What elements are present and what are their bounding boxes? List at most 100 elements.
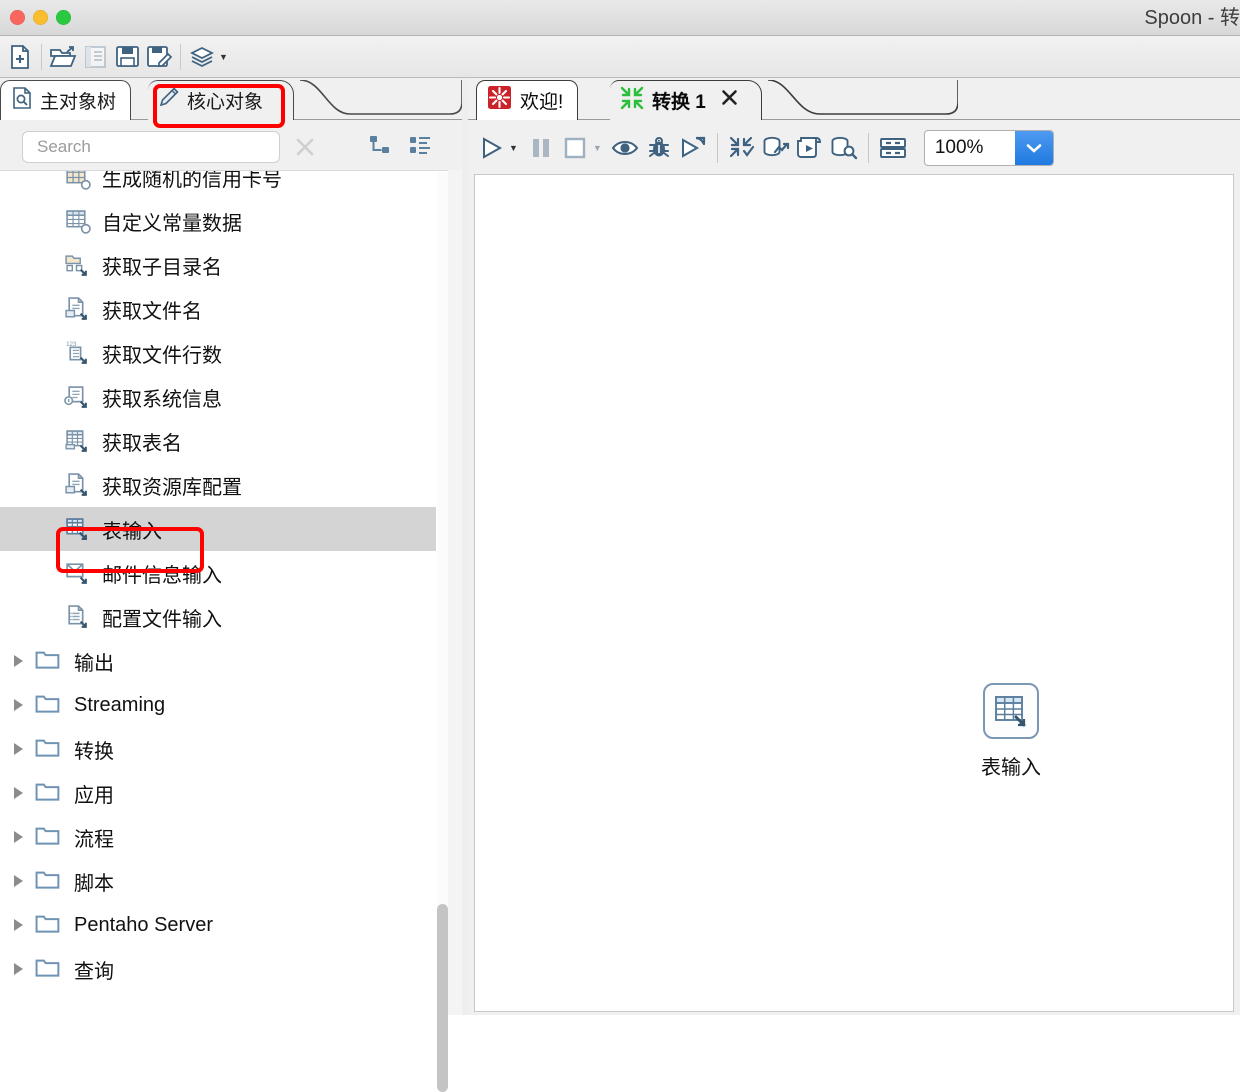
debug-button[interactable] xyxy=(642,131,676,165)
tab-transformation-1[interactable]: 转换 1 xyxy=(610,80,762,120)
search-input-placeholder: Search xyxy=(37,137,91,157)
tree-folder-row[interactable]: 脚本 xyxy=(0,859,436,903)
zoom-level-combobox[interactable]: 100% xyxy=(924,130,1054,166)
folder-icon xyxy=(35,824,62,851)
perspective-button[interactable] xyxy=(186,41,218,73)
window-controls xyxy=(0,10,71,25)
chevron-right-icon[interactable] xyxy=(14,743,23,755)
tree-items-container: 生成随机的信用卡号自定义常量数据获取子目录名获取文件名 123获取文件行数获取系统… xyxy=(0,170,436,991)
save-button[interactable] xyxy=(111,41,143,73)
verify-button[interactable] xyxy=(725,131,759,165)
tree-item-label: Pentaho Server xyxy=(74,914,213,937)
chevron-right-icon[interactable] xyxy=(14,787,23,799)
tree-item-row[interactable]: 生成随机的信用卡号 xyxy=(0,170,436,199)
clear-search-button[interactable] xyxy=(292,134,318,160)
tree-hierarchy-icon[interactable] xyxy=(368,133,392,162)
minimize-window-button[interactable] xyxy=(33,10,48,25)
canvas-toolbar: ▼ ▼ xyxy=(468,122,1240,174)
core-objects-tree[interactable]: 生成随机的信用卡号自定义常量数据获取子目录名获取文件名 123获取文件行数获取系统… xyxy=(0,170,462,1015)
tree-item-row[interactable]: 获取子目录名 xyxy=(0,243,436,287)
tree-folder-row[interactable]: 流程 xyxy=(0,815,436,859)
tree-item-row[interactable]: 获取资源库配置 xyxy=(0,463,436,507)
tree-item-row[interactable]: 获取文件名 xyxy=(0,287,436,331)
table-input-icon xyxy=(62,516,92,543)
folder-icon xyxy=(35,912,62,939)
tree-item-row[interactable]: 自定义常量数据 xyxy=(0,199,436,243)
tree-folder-row[interactable]: 应用 xyxy=(0,771,436,815)
explore-db-button[interactable] xyxy=(827,131,861,165)
chevron-right-icon[interactable] xyxy=(14,699,23,711)
table-name-icon xyxy=(64,428,91,455)
table-input-icon xyxy=(64,516,91,543)
folder-icon xyxy=(35,868,62,895)
impact-button[interactable] xyxy=(759,131,793,165)
perspective-dropdown-caret[interactable]: ▼ xyxy=(219,52,228,62)
preview-button[interactable] xyxy=(608,131,642,165)
run-dropdown-caret[interactable]: ▼ xyxy=(509,143,518,153)
tab-welcome[interactable]: 欢迎! xyxy=(476,80,578,120)
tree-vertical-scrollbar-thumb[interactable] xyxy=(437,904,448,1092)
close-window-button[interactable] xyxy=(10,10,25,25)
run-button[interactable] xyxy=(474,131,508,165)
chevron-right-icon[interactable] xyxy=(14,831,23,843)
transformation-icon xyxy=(620,86,644,116)
file-icon xyxy=(64,296,91,323)
tab-core-objects[interactable]: 核心对象 xyxy=(148,80,294,120)
tree-folder-row[interactable]: Streaming xyxy=(0,683,436,727)
chevron-down-icon[interactable] xyxy=(1015,131,1053,165)
table-input-icon xyxy=(983,683,1039,739)
grid-button[interactable] xyxy=(876,131,910,165)
explore-button xyxy=(79,41,111,73)
generate-sql-button[interactable] xyxy=(793,131,827,165)
tree-item-row[interactable]: 配置文件输入 xyxy=(0,595,436,639)
chevron-right-icon[interactable] xyxy=(14,963,23,975)
tree-item-label: 获取系统信息 xyxy=(102,383,222,412)
tree-view-buttons xyxy=(368,133,432,162)
mail-icon xyxy=(62,560,92,587)
tree-item-label: 获取资源库配置 xyxy=(102,471,242,500)
tree-vertical-scrollbar-track[interactable] xyxy=(437,172,448,1010)
canvas-step-table-input[interactable]: 表输入 xyxy=(981,683,1041,780)
tree-item-label: 自定义常量数据 xyxy=(102,207,242,236)
toolbar-separator-1 xyxy=(41,44,42,70)
tree-item-label: 输出 xyxy=(74,647,114,676)
tree-folder-row[interactable]: 转换 xyxy=(0,727,436,771)
transformation-canvas[interactable]: 表输入 xyxy=(474,174,1234,1012)
folder-icon xyxy=(35,868,62,895)
left-panel: 主对象树 核心对象 Search xyxy=(0,78,462,1015)
tree-item-label: 转换 xyxy=(74,735,114,764)
file-icon xyxy=(62,296,92,323)
tree-item-row[interactable]: 获取表名 xyxy=(0,419,436,463)
file-icon xyxy=(62,472,92,499)
table-name-icon xyxy=(62,428,92,455)
canvas-toolbar-separator-1 xyxy=(717,133,718,163)
maximize-window-button[interactable] xyxy=(56,10,71,25)
tree-folder-row[interactable]: 输出 xyxy=(0,639,436,683)
save-as-button[interactable] xyxy=(143,41,175,73)
folder-icon xyxy=(35,956,62,983)
chevron-right-icon[interactable] xyxy=(14,875,23,887)
stop-button xyxy=(558,131,592,165)
chevron-right-icon[interactable] xyxy=(14,655,23,667)
chevron-right-icon[interactable] xyxy=(14,919,23,931)
close-icon[interactable] xyxy=(720,88,739,113)
replay-button[interactable] xyxy=(676,131,710,165)
table-gear-icon xyxy=(62,208,92,235)
tab-main-object-tree[interactable]: 主对象树 xyxy=(0,80,131,120)
new-file-button[interactable] xyxy=(4,41,36,73)
list-view-icon[interactable] xyxy=(408,133,432,162)
properties-icon xyxy=(64,604,91,631)
folder-icon xyxy=(35,912,62,939)
open-file-button[interactable] xyxy=(47,41,79,73)
tree-item-row[interactable]: 表输入 xyxy=(0,507,436,551)
tab-main-object-tree-label: 主对象树 xyxy=(40,87,116,114)
search-input[interactable]: Search xyxy=(22,131,280,163)
tree-item-label: 获取文件名 xyxy=(102,295,202,324)
stop-dropdown-caret: ▼ xyxy=(593,143,602,153)
tree-folder-row[interactable]: Pentaho Server xyxy=(0,903,436,947)
tree-item-label: 查询 xyxy=(74,955,114,984)
tree-item-row[interactable]: 123获取文件行数 xyxy=(0,331,436,375)
tree-item-row[interactable]: 邮件信息输入 xyxy=(0,551,436,595)
tree-folder-row[interactable]: 查询 xyxy=(0,947,436,991)
tree-item-row[interactable]: 获取系统信息 xyxy=(0,375,436,419)
